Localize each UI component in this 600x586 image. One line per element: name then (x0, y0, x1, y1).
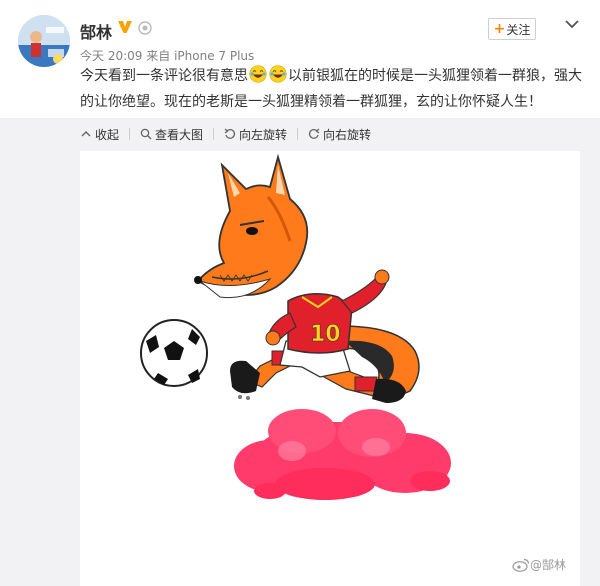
view-large-button[interactable]: 查看大图 (140, 126, 203, 143)
toolbar-divider (129, 128, 131, 140)
source-prefix: 来自 (146, 49, 171, 63)
toolbar-divider (213, 128, 215, 140)
follow-label: 关注 (506, 22, 531, 37)
laugh-tears-emoji-icon (249, 65, 267, 83)
rotate-left-icon (224, 128, 236, 139)
rotate-right-button[interactable]: 向右旋转 (308, 126, 371, 143)
weibo-logo-icon (512, 558, 530, 572)
rotate-right-label: 向右旋转 (323, 127, 372, 142)
post-text-part1: 今天看到一条评论很有意思 (80, 68, 248, 84)
rotate-left-button[interactable]: 向左旋转 (224, 126, 287, 143)
post-meta: 今天 20:09 来自 iPhone 7 Plus (80, 47, 254, 64)
post-time[interactable]: 今天 20:09 (80, 49, 142, 63)
jersey-number: 10 (310, 322, 341, 347)
collapse-button[interactable]: 收起 (80, 126, 119, 143)
chevron-down-icon[interactable] (562, 14, 582, 34)
laugh-tears-emoji-icon (269, 65, 287, 83)
verified-icon (118, 21, 132, 33)
fox-football-illustration: 10 (140, 153, 451, 500)
magnifier-icon (140, 128, 152, 140)
user-name[interactable]: 郜林 (80, 19, 112, 43)
rotate-right-icon (308, 128, 320, 139)
post-text: 今天看到一条评论很有意思 以前银狐在的时候是一头狐狸领着一群狼，强大的让你绝望。… (80, 63, 586, 115)
image-watermark: @郜林 (512, 556, 566, 573)
collapse-label: 收起 (95, 127, 120, 142)
view-large-label: 查看大图 (155, 127, 204, 142)
cloud-illustration (234, 409, 451, 500)
rotate-left-label: 向左旋转 (239, 127, 288, 142)
plus-icon: + (493, 21, 506, 37)
football-illustration (140, 319, 208, 387)
avatar[interactable] (18, 15, 70, 67)
post-image[interactable]: 10 (80, 151, 580, 586)
follow-button[interactable]: + 关注 (488, 18, 536, 40)
watermark-text: @郜林 (530, 558, 567, 572)
weibo-post: 郜林 + 关注 今天 20:09 来自 iPhone 7 Plus 今天看到一条… (0, 0, 600, 586)
collapse-icon (81, 131, 91, 137)
toolbar-divider (297, 128, 299, 140)
post-source[interactable]: iPhone 7 Plus (174, 49, 254, 63)
medal-icon[interactable] (138, 21, 152, 35)
image-toolbar: 收起 查看大图 向左旋转 向右旋转 (80, 125, 381, 143)
